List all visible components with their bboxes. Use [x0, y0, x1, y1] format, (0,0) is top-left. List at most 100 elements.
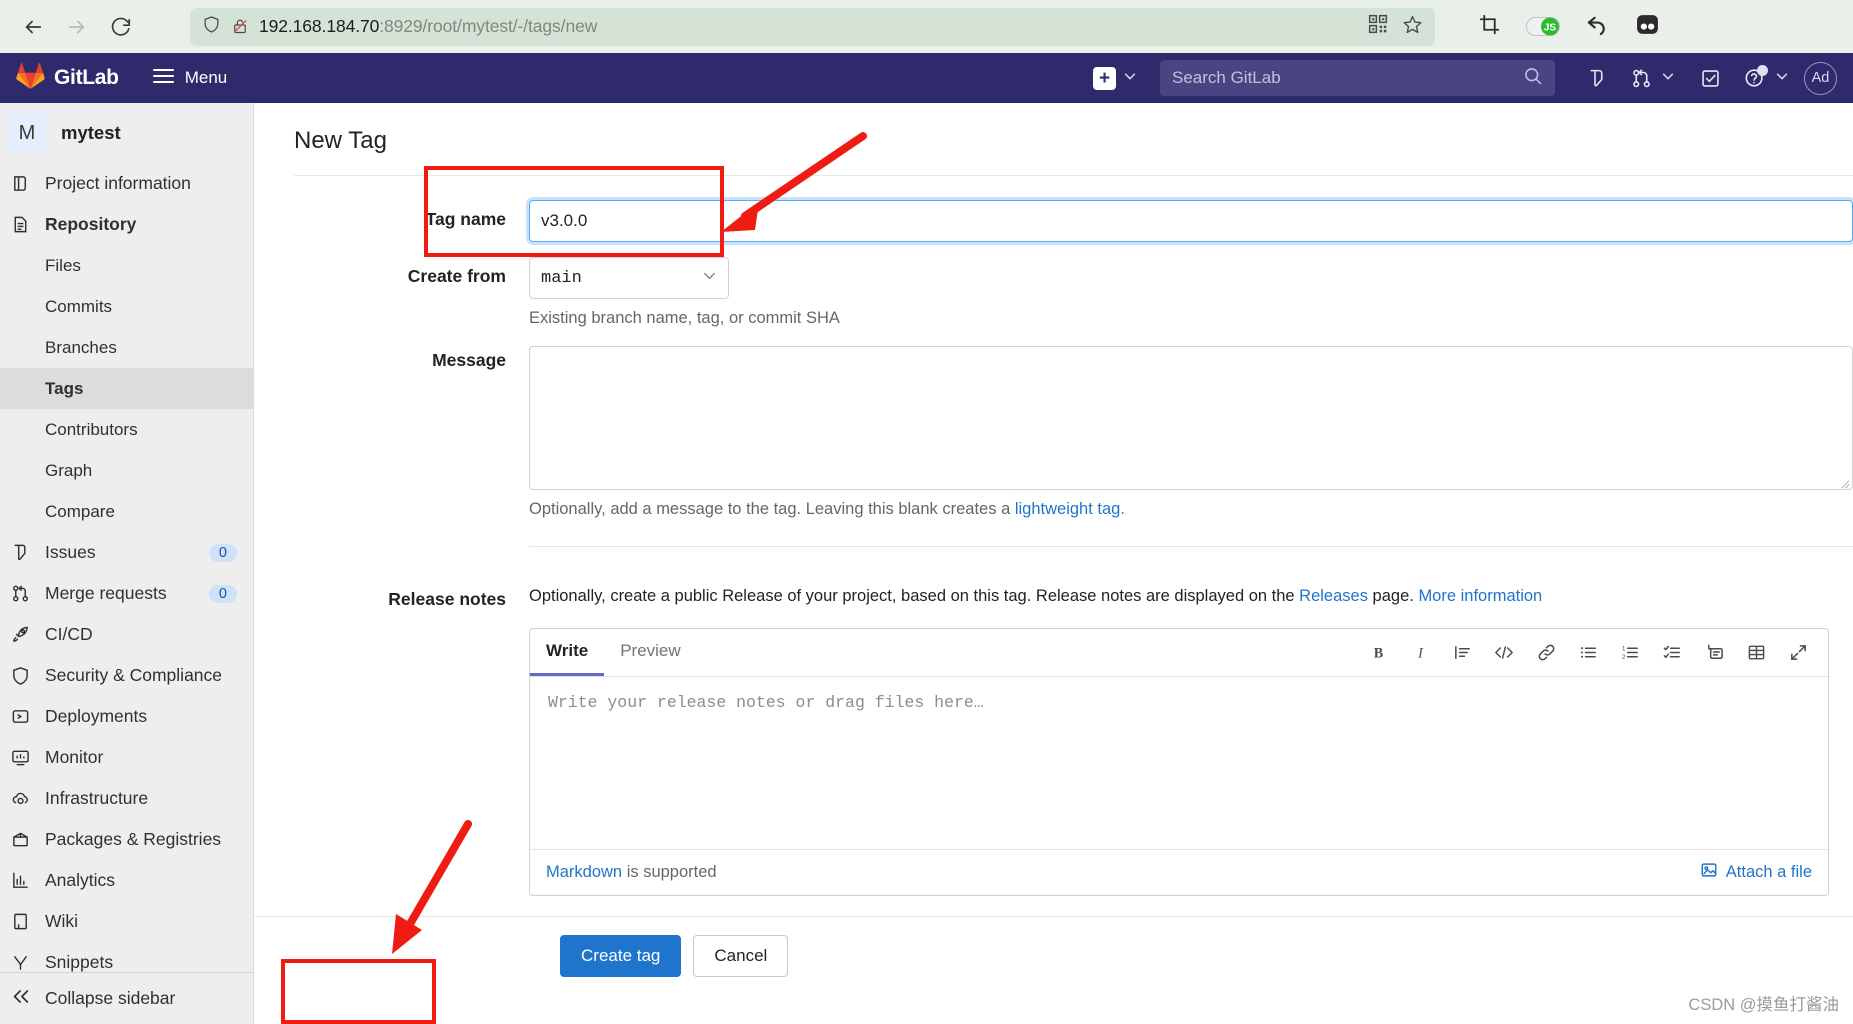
cancel-button[interactable]: Cancel [693, 935, 789, 977]
sidebar-item-repository[interactable]: Repository [0, 204, 253, 245]
undo-arrow-icon[interactable] [1586, 13, 1609, 41]
todos-nav-icon[interactable] [1690, 59, 1730, 97]
sidebar-item-security-compliance[interactable]: Security & Compliance [0, 655, 253, 696]
sidebar-item-merge-requests[interactable]: Merge requests 0 [0, 573, 253, 614]
main-menu-label: Menu [184, 68, 228, 87]
sidebar-item-branches[interactable]: Branches [0, 327, 253, 368]
project-name: mytest [61, 122, 121, 143]
release-notes-editor: Write Preview B I 12 Write your release … [529, 628, 1829, 896]
crop-tool-icon[interactable] [1479, 14, 1500, 40]
new-item-button[interactable]: + [1087, 63, 1143, 94]
sidebar-item-label: Commits [45, 296, 113, 316]
browser-forward-button[interactable] [58, 8, 96, 46]
browser-reload-button[interactable] [102, 8, 140, 46]
create-from-help: Existing branch name, tag, or commit SHA [529, 309, 840, 327]
resize-grip-icon[interactable] [1839, 476, 1850, 489]
numbered-list-icon[interactable]: 12 [1616, 639, 1644, 667]
bullet-list-icon[interactable] [1574, 639, 1602, 667]
merge-requests-nav-icon[interactable] [1621, 59, 1661, 97]
sidebar-item-ci-cd[interactable]: CI/CD [0, 614, 253, 655]
collapsible-section-icon[interactable] [1700, 639, 1728, 667]
message-label: Message [432, 350, 506, 370]
sidebar-item-contributors[interactable]: Contributors [0, 409, 253, 450]
package-icon [9, 830, 31, 849]
sidebar-item-label: Snippets [45, 952, 114, 972]
issues-icon [9, 543, 31, 562]
attach-a-file-button[interactable]: Attach a file [1700, 861, 1812, 884]
quote-icon[interactable] [1448, 639, 1476, 667]
fullscreen-icon[interactable] [1784, 639, 1812, 667]
create-tag-button[interactable]: Create tag [560, 935, 682, 977]
create-from-select[interactable]: main [529, 257, 729, 299]
chevron-down-icon[interactable] [1661, 69, 1675, 88]
sidebar-item-tags[interactable]: Tags [0, 368, 253, 409]
lightweight-tag-link[interactable]: lightweight tag [1015, 500, 1121, 518]
collapse-sidebar-button[interactable]: Collapse sidebar [0, 972, 253, 1024]
plus-icon: + [1093, 66, 1116, 90]
user-avatar[interactable]: Ad [1804, 61, 1837, 95]
release-notes-row: Release notes Optionally, create a publi… [254, 547, 1853, 896]
svg-text:B: B [1373, 646, 1383, 662]
project-info-icon [9, 174, 31, 193]
chevron-double-left-icon [11, 988, 31, 1010]
sidebar-item-label: Files [45, 255, 81, 275]
main-menu-button[interactable]: Menu [143, 62, 238, 95]
tab-preview[interactable]: Preview [604, 629, 696, 676]
sidebar-item-monitor[interactable]: Monitor [0, 737, 253, 778]
qr-code-icon[interactable] [1368, 14, 1388, 39]
sidebar-item-label: Deployments [45, 706, 148, 726]
search-icon[interactable] [1523, 66, 1543, 91]
release-notes-textarea[interactable]: Write your release notes or drag files h… [530, 677, 1828, 849]
releases-link[interactable]: Releases [1299, 587, 1368, 605]
gitlab-home-link[interactable]: GitLab [16, 62, 119, 95]
sidebar-item-wiki[interactable]: Wiki [0, 901, 253, 942]
help-nav-icon[interactable] [1735, 59, 1775, 97]
javascript-toggle-icon[interactable]: JS [1526, 17, 1560, 36]
task-list-icon[interactable] [1658, 639, 1686, 667]
italic-icon[interactable]: I [1406, 639, 1434, 667]
sidebar-item-infrastructure[interactable]: Infrastructure [0, 778, 253, 819]
issues-nav-icon[interactable] [1576, 59, 1616, 97]
table-icon[interactable] [1742, 639, 1770, 667]
sidebar-item-label: Monitor [45, 747, 104, 767]
search-input[interactable]: Search GitLab [1160, 60, 1555, 96]
browser-toolbar: 192.168.184.70:8929/root/mytest/-/tags/n… [0, 0, 1853, 53]
code-icon[interactable] [1490, 639, 1518, 667]
sidebar-item-label: Tags [45, 378, 84, 398]
sidebar-item-files[interactable]: Files [0, 245, 253, 286]
message-textarea[interactable] [529, 346, 1853, 490]
sidebar-item-graph[interactable]: Graph [0, 450, 253, 491]
sidebar-item-analytics[interactable]: Analytics [0, 860, 253, 901]
sidebar-item-issues[interactable]: Issues 0 [0, 532, 253, 573]
project-sidebar: M mytest Project information Repository Fi… [0, 103, 254, 1024]
sidebar-item-packages-registries[interactable]: Packages & Registries [0, 819, 253, 860]
message-help-prefix: Optionally, add a message to the tag. Le… [529, 500, 1015, 518]
project-header[interactable]: M mytest [0, 103, 253, 163]
tag-name-input[interactable] [529, 200, 1853, 242]
sidebar-item-commits[interactable]: Commits [0, 286, 253, 327]
book-icon [9, 912, 31, 931]
sidebar-item-compare[interactable]: Compare [0, 491, 253, 532]
sidebar-item-label: Wiki [45, 911, 79, 931]
sidebar-item-project-information[interactable]: Project information [0, 163, 253, 204]
more-information-link[interactable]: More information [1418, 587, 1542, 605]
markdown-footer-text: Markdown is supported [546, 863, 717, 882]
markdown-link[interactable]: Markdown [546, 863, 622, 881]
sidebar-item-deployments[interactable]: Deployments [0, 696, 253, 737]
url-bar[interactable]: 192.168.184.70:8929/root/mytest/-/tags/n… [190, 7, 1435, 46]
sidebar-item-label: Repository [45, 214, 137, 234]
snippet-icon [9, 953, 31, 972]
panda-extension-icon[interactable] [1635, 12, 1660, 42]
browser-back-button[interactable] [14, 8, 52, 46]
chevron-down-icon[interactable] [1775, 69, 1789, 88]
sidebar-item-label: Merge requests [45, 583, 167, 603]
tab-write[interactable]: Write [530, 629, 605, 676]
star-icon[interactable] [1402, 14, 1423, 40]
sidebar-item-label: Compare [45, 501, 115, 521]
svg-text:1: 1 [1621, 646, 1625, 653]
bold-icon[interactable]: B [1364, 639, 1392, 667]
rocket-icon [9, 625, 31, 644]
link-icon[interactable] [1532, 639, 1560, 667]
shield-icon [202, 15, 221, 39]
editor-footer: Markdown is supported Attach a file [530, 849, 1828, 895]
